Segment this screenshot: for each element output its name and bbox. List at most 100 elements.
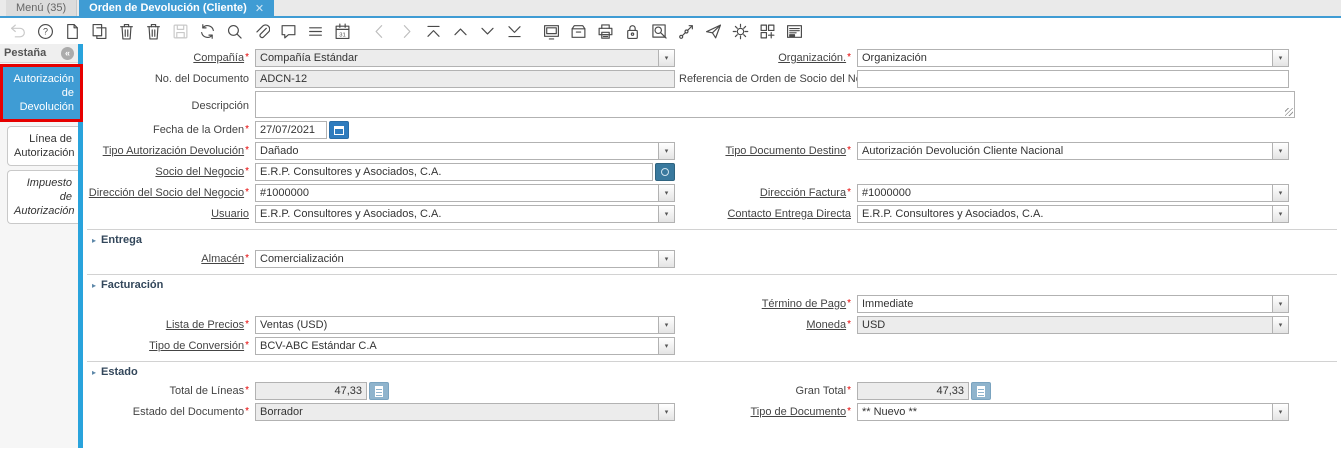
grid-toggle-icon[interactable]: [302, 20, 329, 42]
close-icon[interactable]: ✕: [255, 2, 264, 15]
find-icon[interactable]: [221, 20, 248, 42]
first-record-icon[interactable]: [420, 20, 447, 42]
calculator-icon[interactable]: [971, 382, 991, 400]
tipo-doc-destino-select[interactable]: ▾: [857, 142, 1289, 160]
help-icon[interactable]: ?: [32, 20, 59, 42]
lock-icon[interactable]: [619, 20, 646, 42]
no-documento-input[interactable]: [255, 70, 675, 88]
calendar-icon[interactable]: 31: [329, 20, 356, 42]
sidebar-tab-impuesto-autorizacion[interactable]: Impuesto de Autorización: [7, 170, 78, 224]
moneda-select[interactable]: ▾: [857, 316, 1289, 334]
calculator-icon[interactable]: [369, 382, 389, 400]
save-icon[interactable]: [167, 20, 194, 42]
contacto-entrega-input[interactable]: [857, 205, 1273, 223]
usuario-select[interactable]: ▾: [255, 205, 675, 223]
section-collapse-icon[interactable]: ▸: [92, 368, 96, 377]
chevron-down-icon[interactable]: ▾: [658, 316, 675, 334]
attachment-icon[interactable]: [248, 20, 275, 42]
chevron-down-icon[interactable]: ▾: [1272, 316, 1289, 334]
chevron-down-icon[interactable]: ▾: [658, 337, 675, 355]
new-record-icon[interactable]: [59, 20, 86, 42]
tipo-autorizacion-input[interactable]: [255, 142, 659, 160]
workflow-icon[interactable]: [673, 20, 700, 42]
detail-record-icon[interactable]: [474, 20, 501, 42]
organizacion-select[interactable]: ▾: [857, 49, 1289, 67]
report-icon[interactable]: [538, 20, 565, 42]
copy-record-icon[interactable]: [86, 20, 113, 42]
print-icon[interactable]: [592, 20, 619, 42]
undo-icon[interactable]: [5, 20, 32, 42]
almacen-input[interactable]: [255, 250, 659, 268]
last-record-icon[interactable]: [501, 20, 528, 42]
direccion-socio-select[interactable]: ▾: [255, 184, 675, 202]
direccion-factura-input[interactable]: [857, 184, 1273, 202]
moneda-input[interactable]: [857, 316, 1273, 334]
chevron-down-icon[interactable]: ▾: [1272, 142, 1289, 160]
process-icon[interactable]: [727, 20, 754, 42]
business-partner-info-icon[interactable]: [655, 163, 675, 181]
chat-icon[interactable]: [275, 20, 302, 42]
chevron-down-icon[interactable]: ▾: [1272, 49, 1289, 67]
sidebar-tab-linea-autorizacion[interactable]: Línea de Autorización: [7, 126, 78, 166]
chevron-down-icon[interactable]: ▾: [658, 49, 675, 67]
tipo-documento-select[interactable]: ▾: [857, 403, 1289, 421]
socio-negocio-input[interactable]: [255, 163, 653, 181]
compania-input[interactable]: [255, 49, 659, 67]
termino-pago-input[interactable]: [857, 295, 1273, 313]
chevron-down-icon[interactable]: ▾: [658, 142, 675, 160]
chevron-down-icon[interactable]: ▾: [1272, 403, 1289, 421]
section-collapse-icon[interactable]: ▸: [92, 236, 96, 245]
estado-documento-input[interactable]: [255, 403, 659, 421]
almacen-select[interactable]: ▾: [255, 250, 675, 268]
next-record-icon[interactable]: [393, 20, 420, 42]
calendar-picker-icon[interactable]: [329, 121, 349, 139]
lista-precios-input[interactable]: [255, 316, 659, 334]
tipo-autorizacion-select[interactable]: ▾: [255, 142, 675, 160]
chevron-down-icon[interactable]: ▾: [1272, 205, 1289, 223]
tipo-conversion-input[interactable]: [255, 337, 659, 355]
direccion-factura-select[interactable]: ▾: [857, 184, 1289, 202]
resize-handle[interactable]: [1285, 108, 1293, 116]
requery-icon[interactable]: [194, 20, 221, 42]
chevron-down-icon[interactable]: ▾: [1272, 295, 1289, 313]
section-facturacion-title: Facturación: [101, 279, 164, 291]
direccion-socio-input[interactable]: [255, 184, 659, 202]
tipo-documento-input[interactable]: [857, 403, 1273, 421]
estado-documento-select[interactable]: ▾: [255, 403, 675, 421]
sidebar-tab-autorizacion-devolucion[interactable]: Autorización de Devolución: [3, 67, 80, 119]
lista-precios-select[interactable]: ▾: [255, 316, 675, 334]
chevron-down-icon[interactable]: ▾: [658, 184, 675, 202]
delete-selection-icon[interactable]: [140, 20, 167, 42]
chevron-down-icon[interactable]: ▾: [658, 250, 675, 268]
tab-orden-devolucion[interactable]: Orden de Devolución (Cliente) ✕: [79, 0, 275, 16]
print-preview-icon[interactable]: [646, 20, 673, 42]
help-window-icon[interactable]: [781, 20, 808, 42]
fecha-orden-input[interactable]: [255, 121, 327, 139]
usuario-input[interactable]: [255, 205, 659, 223]
collapse-sidebar-icon[interactable]: «: [61, 46, 74, 60]
request-icon[interactable]: [700, 20, 727, 42]
total-lineas-input[interactable]: [255, 382, 367, 400]
tipo-doc-destino-input[interactable]: [857, 142, 1273, 160]
chevron-down-icon[interactable]: ▾: [658, 205, 675, 223]
section-collapse-icon[interactable]: ▸: [92, 281, 96, 290]
annotation-highlight-box: Autorización de Devolución: [0, 64, 83, 122]
form-panel: Compañía* ▾ Organización.* ▾ No. del Doc…: [83, 44, 1341, 448]
archive-icon[interactable]: [565, 20, 592, 42]
zoom-across-icon[interactable]: [754, 20, 781, 42]
contacto-entrega-select[interactable]: ▾: [857, 205, 1289, 223]
required-mark: *: [245, 145, 249, 156]
descripcion-textarea[interactable]: [255, 91, 1295, 118]
parent-record-icon[interactable]: [447, 20, 474, 42]
tab-menu[interactable]: Menú (35): [6, 0, 78, 16]
organizacion-input[interactable]: [857, 49, 1273, 67]
compania-select[interactable]: ▾: [255, 49, 675, 67]
chevron-down-icon[interactable]: ▾: [658, 403, 675, 421]
termino-pago-select[interactable]: ▾: [857, 295, 1289, 313]
referencia-input[interactable]: [857, 70, 1289, 88]
previous-record-icon[interactable]: [366, 20, 393, 42]
tipo-conversion-select[interactable]: ▾: [255, 337, 675, 355]
delete-record-icon[interactable]: [113, 20, 140, 42]
gran-total-input[interactable]: [857, 382, 969, 400]
chevron-down-icon[interactable]: ▾: [1272, 184, 1289, 202]
